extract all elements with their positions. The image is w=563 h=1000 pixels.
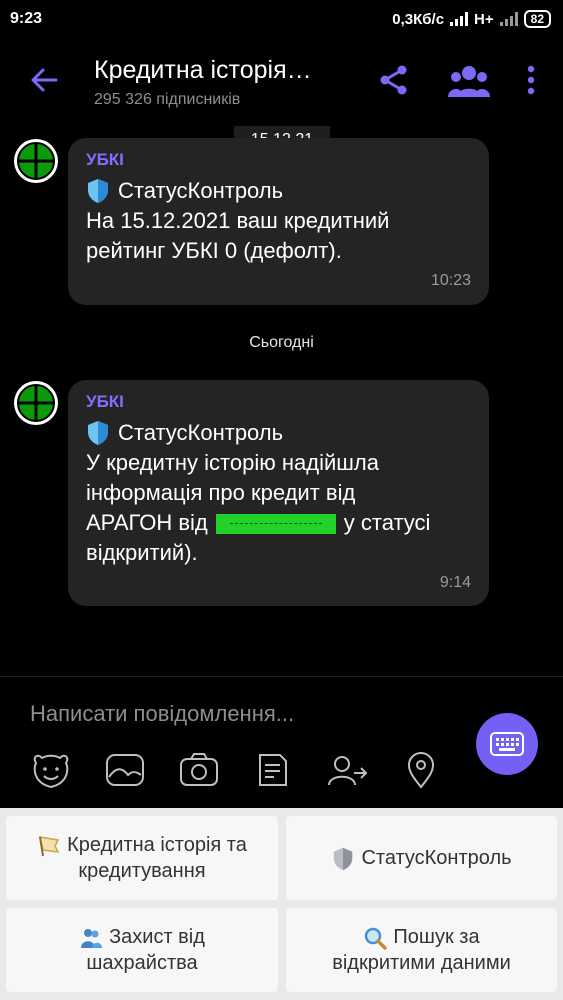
message-heading: СтатусКонтроль	[118, 178, 284, 203]
gallery-icon[interactable]	[104, 749, 146, 791]
message-line-part: АРАГОН від	[86, 510, 208, 535]
people-icon	[81, 928, 103, 948]
bot-button-label: відкритими даними	[332, 952, 511, 974]
message-sender: УБКІ	[86, 392, 124, 411]
status-time: 9:23	[10, 10, 43, 27]
message-bubble[interactable]: УБКІ СтатусКонтроль На 15.12.2021 ваш кр…	[68, 138, 489, 305]
share-contact-icon[interactable]	[326, 749, 368, 791]
message-heading: СтатусКонтроль	[118, 420, 284, 445]
message-line-part: у статусі	[343, 510, 431, 535]
chat-area[interactable]: 15.12.21 УБКІ СтатусКонтроль На 15.12.20…	[0, 126, 563, 676]
back-arrow-icon[interactable]	[28, 64, 60, 96]
group-icon[interactable]	[448, 64, 490, 98]
channel-avatar[interactable]	[13, 380, 59, 426]
document-icon[interactable]	[252, 749, 294, 791]
chat-title-block[interactable]: Кредитна історія… 295 326 підписників	[94, 56, 312, 109]
message-line: інформація про кредит від	[86, 480, 356, 505]
redaction-mark	[215, 514, 336, 535]
magnifier-icon	[365, 927, 388, 950]
signal-2-icon	[499, 12, 518, 26]
shield-icon	[88, 179, 108, 203]
bot-button-label: Захист від	[109, 926, 205, 948]
bot-button-label: кредитування	[78, 860, 206, 882]
status-indicators: 0,3Кб/с H+ 82	[392, 10, 551, 28]
bot-keyboard-button[interactable]	[476, 713, 538, 775]
subscriber-count: 295 326 підписників	[94, 91, 241, 108]
message-line: АРАГОН від у статусі	[86, 508, 471, 538]
network-speed: 0,3Кб/с	[392, 10, 445, 28]
message-line: рейтинг УБКІ 0 (дефолт).	[86, 238, 342, 263]
more-menu-icon[interactable]	[526, 64, 536, 96]
channel-avatar[interactable]	[13, 138, 59, 184]
message-bubble[interactable]: УБКІ СтатусКонтроль У кредитну історію н…	[68, 380, 489, 606]
shield-icon	[334, 847, 353, 870]
message-line: У кредитну історію надійшла	[86, 450, 379, 475]
message-sender: УБКІ	[86, 150, 124, 169]
bot-button-fraud-protection[interactable]: Захист від шахрайства	[6, 908, 278, 992]
sticker-icon[interactable]	[30, 749, 72, 791]
bot-button-label: СтатусКонтроль	[361, 847, 512, 869]
message-composer: Написати повідомлення...	[0, 676, 563, 808]
bot-button-label: Пошук за	[393, 926, 480, 948]
message-time: 10:23	[430, 272, 471, 289]
bot-button-label: Кредитна історія та	[67, 834, 247, 856]
message-time: 9:14	[439, 574, 471, 591]
message-input[interactable]: Написати повідомлення...	[30, 701, 294, 727]
status-bar: 9:23 0,3Кб/с H+ 82	[0, 0, 563, 38]
share-icon[interactable]	[378, 64, 410, 96]
keyboard-icon	[490, 732, 524, 756]
bot-keyboard: Кредитна історія та кредитування СтатусК…	[0, 808, 563, 1000]
bot-button-status-control[interactable]: СтатусКонтроль	[286, 816, 557, 900]
day-separator: Сьогодні	[249, 334, 314, 351]
flag-icon	[39, 835, 60, 856]
chat-header: Кредитна історія… 295 326 підписників	[0, 38, 563, 126]
location-icon[interactable]	[400, 749, 442, 791]
camera-icon[interactable]	[178, 749, 220, 791]
signal-icon	[450, 12, 469, 26]
chat-title: Кредитна історія…	[94, 56, 312, 84]
shield-icon	[88, 421, 108, 445]
bot-button-label: шахрайства	[86, 952, 198, 974]
battery-indicator: 82	[523, 10, 551, 28]
bot-button-credit-history[interactable]: Кредитна історія та кредитування	[6, 816, 278, 900]
message-line: відкритий).	[86, 540, 198, 565]
bot-button-open-data-search[interactable]: Пошук за відкритими даними	[286, 908, 557, 992]
network-type: H+	[474, 10, 494, 28]
message-line: На 15.12.2021 ваш кредитний	[86, 208, 390, 233]
